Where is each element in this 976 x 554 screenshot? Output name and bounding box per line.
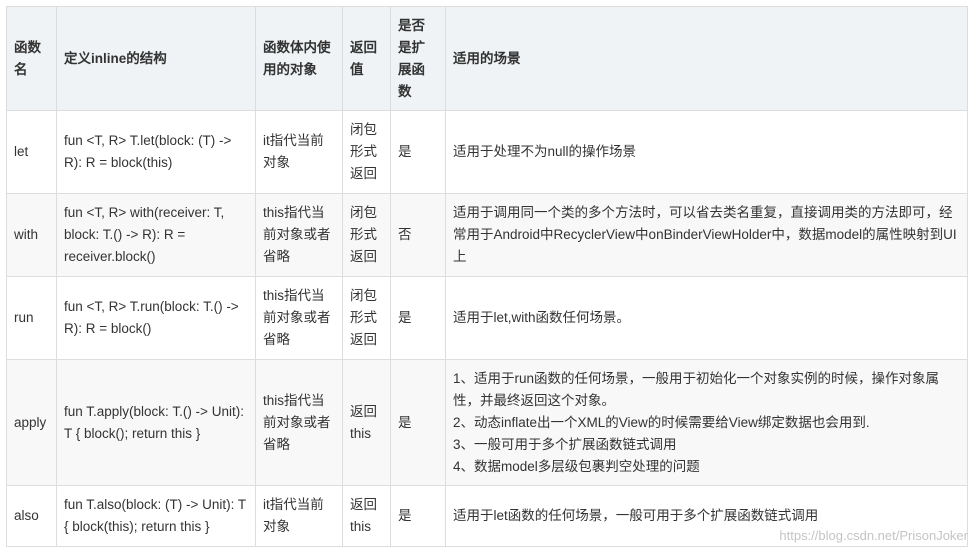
definition-cell: fun <T, R> T.let(block: (T) -> R): R = b… (56, 110, 256, 194)
function-name-cell: also (6, 485, 57, 547)
function-name-cell: run (6, 276, 57, 360)
scenario-line: 适用于let,with函数任何场景。 (453, 310, 631, 325)
function-name-cell: apply (6, 359, 57, 486)
extension-cell: 是 (390, 276, 446, 360)
extension-cell: 是 (390, 110, 446, 194)
table-row: run fun <T, R> T.run(block: T.() -> R): … (6, 276, 968, 360)
header-is-extension: 是否是扩展函数 (390, 6, 446, 111)
function-name-cell: let (6, 110, 57, 194)
return-cell: 返回this (342, 359, 391, 486)
csdn-watermark: https://blog.csdn.net/PrisonJoker (779, 528, 968, 543)
extension-cell: 否 (390, 193, 446, 277)
scenario-cell: 适用于let,with函数任何场景。 (445, 276, 968, 360)
scenario-line: 3、一般可用于多个扩展函数链式调用 (453, 436, 677, 452)
header-body-object: 函数体内使用的对象 (255, 6, 343, 111)
object-cell: it指代当前对象 (255, 110, 343, 194)
header-scenario: 适用的场景 (445, 6, 968, 111)
object-cell: this指代当前对象或者省略 (255, 359, 343, 486)
scenario-line: 适用于处理不为null的操作场景 (453, 144, 637, 159)
definition-cell: fun <T, R> with(receiver: T, block: T.()… (56, 193, 256, 277)
table-row: with fun <T, R> with(receiver: T, block:… (6, 193, 968, 277)
scenario-cell: 1、适用于run函数的任何场景，一般用于初始化一个对象实例的时候，操作对象属性，… (445, 359, 968, 486)
object-cell: this指代当前对象或者省略 (255, 276, 343, 360)
scenario-line: 4、数据model多层级包裹判空处理的问题 (453, 458, 700, 474)
scenario-line: 1、适用于run函数的任何场景，一般用于初始化一个对象实例的时候，操作对象属性，… (453, 370, 940, 408)
return-cell: 闭包形式返回 (342, 276, 391, 360)
function-name-cell: with (6, 193, 57, 277)
scenario-cell: 适用于处理不为null的操作场景 (445, 110, 968, 194)
kotlin-scope-functions-table: 函数名 定义inline的结构 函数体内使用的对象 返回值 是否是扩展函数 适用… (6, 6, 968, 547)
scenario-line: 适用于调用同一个类的多个方法时，可以省去类名重复，直接调用类的方法即可，经常用于… (453, 205, 957, 264)
header-function-name: 函数名 (6, 6, 57, 111)
extension-cell: 是 (390, 359, 446, 486)
header-inline-definition: 定义inline的结构 (56, 6, 256, 111)
definition-cell: fun <T, R> T.run(block: T.() -> R): R = … (56, 276, 256, 360)
table-row: let fun <T, R> T.let(block: (T) -> R): R… (6, 110, 968, 194)
extension-cell: 是 (390, 485, 446, 547)
table-header-row: 函数名 定义inline的结构 函数体内使用的对象 返回值 是否是扩展函数 适用… (6, 6, 968, 111)
return-cell: 闭包形式返回 (342, 193, 391, 277)
definition-cell: fun T.also(block: (T) -> Unit): T { bloc… (56, 485, 256, 547)
table-row: apply fun T.apply(block: T.() -> Unit): … (6, 359, 968, 486)
header-return-value: 返回值 (342, 6, 391, 111)
scenario-line: 适用于let函数的任何场景，一般可用于多个扩展函数链式调用 (453, 508, 819, 523)
definition-cell: fun T.apply(block: T.() -> Unit): T { bl… (56, 359, 256, 486)
object-cell: this指代当前对象或者省略 (255, 193, 343, 277)
scenario-cell: 适用于调用同一个类的多个方法时，可以省去类名重复，直接调用类的方法即可，经常用于… (445, 193, 968, 277)
object-cell: it指代当前对象 (255, 485, 343, 547)
scenario-line: 2、动态inflate出一个XML的View的时候需要给View绑定数据也会用到… (453, 414, 870, 430)
return-cell: 闭包形式返回 (342, 110, 391, 194)
return-cell: 返回this (342, 485, 391, 547)
